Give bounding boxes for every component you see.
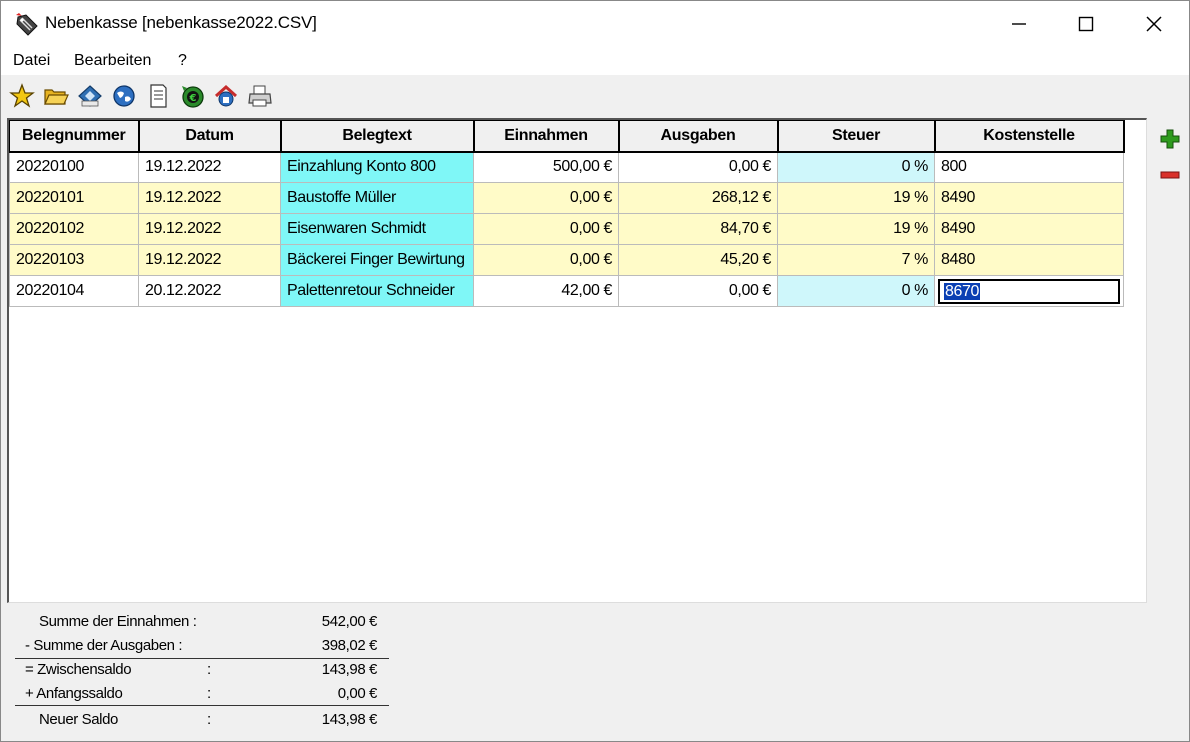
close-icon: [1146, 16, 1162, 32]
summary-divider: [15, 705, 389, 706]
header-datum[interactable]: Datum: [138, 120, 282, 153]
zwischensaldo-colon: :: [207, 661, 211, 678]
summary-neuer-saldo: Neuer Saldo : 143,98 €: [1, 707, 401, 731]
summary-zwischensaldo: = Zwischensaldo : 143,98 €: [1, 657, 401, 681]
minus-icon[interactable]: [1159, 164, 1181, 186]
zwischensaldo-value: 143,98 €: [321, 661, 378, 678]
header-belegtext[interactable]: Belegtext: [280, 120, 475, 153]
ledger-table: Belegnummer Datum Belegtext Einnahmen Au…: [9, 120, 1125, 307]
cell-ausgaben[interactable]: 45,20 €: [618, 244, 778, 276]
cell-einnahmen[interactable]: 0,00 €: [473, 182, 619, 214]
cell-steuer[interactable]: 19 %: [777, 213, 935, 245]
svg-text:€: €: [189, 93, 197, 104]
close-button[interactable]: [1131, 1, 1177, 47]
cell-steuer[interactable]: 7 %: [777, 244, 935, 276]
kostenstelle-edit-field[interactable]: 8670: [938, 278, 1120, 304]
table-row[interactable]: 20220103 19.12.2022 Bäckerei Finger Bewi…: [9, 244, 1124, 276]
cell-datum[interactable]: 19.12.2022: [138, 244, 281, 276]
document-icon[interactable]: [145, 83, 171, 109]
cell-belegnummer[interactable]: 20220103: [9, 244, 139, 276]
cell-belegnummer[interactable]: 20220100: [9, 151, 139, 183]
header-kostenstelle[interactable]: Kostenstelle: [934, 120, 1125, 153]
summary-panel: Summe der Einnahmen : 542,00 € - Summe d…: [1, 605, 401, 742]
app-tag-icon: [16, 13, 38, 36]
cell-ausgaben[interactable]: 84,70 €: [618, 213, 778, 245]
menu-datei[interactable]: Datei: [13, 52, 50, 70]
cell-belegtext[interactable]: Eisenwaren Schmidt: [280, 213, 474, 245]
header-einnahmen[interactable]: Einnahmen: [473, 120, 620, 153]
maximize-button[interactable]: [1063, 1, 1109, 47]
cell-steuer[interactable]: 0 %: [777, 151, 935, 183]
cell-belegtext[interactable]: Einzahlung Konto 800: [280, 151, 474, 183]
ausgaben-value: 398,02 €: [321, 637, 378, 654]
cell-belegtext[interactable]: Palettenretour Schneider: [280, 275, 474, 307]
anfangssaldo-label: + Anfangssaldo: [25, 685, 123, 702]
cell-datum[interactable]: 19.12.2022: [138, 151, 281, 183]
cell-ausgaben[interactable]: 0,00 €: [618, 275, 778, 307]
menu-bearbeiten[interactable]: Bearbeiten: [74, 52, 151, 70]
ausgaben-label: - Summe der Ausgaben :: [25, 637, 183, 654]
table-row[interactable]: 20220100 19.12.2022 Einzahlung Konto 800…: [9, 151, 1124, 183]
header-belegnummer[interactable]: Belegnummer: [9, 120, 140, 153]
anfangssaldo-colon: :: [207, 685, 211, 702]
minimize-icon: [1012, 23, 1026, 25]
plus-icon[interactable]: [1159, 128, 1181, 150]
cell-ausgaben[interactable]: 268,12 €: [618, 182, 778, 214]
cell-datum[interactable]: 19.12.2022: [138, 213, 281, 245]
menu-help[interactable]: ?: [178, 52, 187, 70]
cell-einnahmen[interactable]: 0,00 €: [473, 213, 619, 245]
data-grid[interactable]: Belegnummer Datum Belegtext Einnahmen Au…: [7, 118, 1147, 603]
cell-kostenstelle-editing[interactable]: 8670: [934, 275, 1124, 307]
table-row[interactable]: 20220102 19.12.2022 Eisenwaren Schmidt 0…: [9, 213, 1124, 245]
cell-steuer[interactable]: 19 %: [777, 182, 935, 214]
cell-belegnummer[interactable]: 20220102: [9, 213, 139, 245]
toolbar: €: [1, 75, 1189, 117]
home-icon[interactable]: [213, 83, 239, 109]
summary-anfangssaldo: + Anfangssaldo : 0,00 €: [1, 681, 401, 705]
cell-ausgaben[interactable]: 0,00 €: [618, 151, 778, 183]
app-window: Nebenkasse [nebenkasse2022.CSV] Datei Be…: [0, 0, 1190, 742]
cell-kostenstelle[interactable]: 800: [934, 151, 1124, 183]
menu-bar: Datei Bearbeiten ?: [1, 47, 1189, 75]
cell-einnahmen[interactable]: 42,00 €: [473, 275, 619, 307]
title-bar: Nebenkasse [nebenkasse2022.CSV]: [1, 1, 1189, 47]
einnahmen-value: 542,00 €: [321, 613, 378, 630]
cell-belegtext[interactable]: Baustoffe Müller: [280, 182, 474, 214]
cell-kostenstelle[interactable]: 8490: [934, 213, 1124, 245]
table-row[interactable]: 20220101 19.12.2022 Baustoffe Müller 0,0…: [9, 182, 1124, 214]
header-ausgaben[interactable]: Ausgaben: [618, 120, 779, 153]
printer-icon[interactable]: [247, 83, 273, 109]
folder-icon[interactable]: [43, 83, 69, 109]
star-icon[interactable]: [9, 83, 35, 109]
zwischensaldo-label: = Zwischensaldo: [25, 661, 132, 678]
cell-belegtext[interactable]: Bäckerei Finger Bewirtung: [280, 244, 474, 276]
cell-datum[interactable]: 20.12.2022: [138, 275, 281, 307]
neuer-saldo-value: 143,98 €: [321, 711, 378, 728]
selected-text[interactable]: 8670: [944, 282, 980, 300]
cell-datum[interactable]: 19.12.2022: [138, 182, 281, 214]
cell-einnahmen[interactable]: 0,00 €: [473, 244, 619, 276]
cell-steuer[interactable]: 0 %: [777, 275, 935, 307]
table-header-row: Belegnummer Datum Belegtext Einnahmen Au…: [9, 120, 1125, 153]
maximize-icon: [1078, 16, 1094, 32]
einnahmen-label: Summe der Einnahmen :: [39, 613, 197, 630]
cell-kostenstelle[interactable]: 8490: [934, 182, 1124, 214]
summary-ausgaben: - Summe der Ausgaben : 398,02 €: [1, 633, 401, 657]
neuer-saldo-label: Neuer Saldo: [39, 711, 118, 728]
money-icon[interactable]: €: [179, 83, 205, 109]
window-title: Nebenkasse [nebenkasse2022.CSV]: [45, 13, 317, 32]
anfangssaldo-value: 0,00 €: [337, 685, 378, 702]
cell-einnahmen[interactable]: 500,00 €: [473, 151, 619, 183]
table-row[interactable]: 20220104 20.12.2022 Palettenretour Schne…: [9, 275, 1124, 307]
cell-belegnummer[interactable]: 20220101: [9, 182, 139, 214]
summary-einnahmen: Summe der Einnahmen : 542,00 €: [1, 609, 401, 633]
save-disk-icon[interactable]: [77, 83, 103, 109]
header-steuer[interactable]: Steuer: [777, 120, 936, 153]
minimize-button[interactable]: [996, 1, 1042, 47]
cell-belegnummer[interactable]: 20220104: [9, 275, 139, 307]
neuer-saldo-colon: :: [207, 711, 211, 728]
cell-kostenstelle[interactable]: 8480: [934, 244, 1124, 276]
globe-icon[interactable]: [111, 83, 137, 109]
